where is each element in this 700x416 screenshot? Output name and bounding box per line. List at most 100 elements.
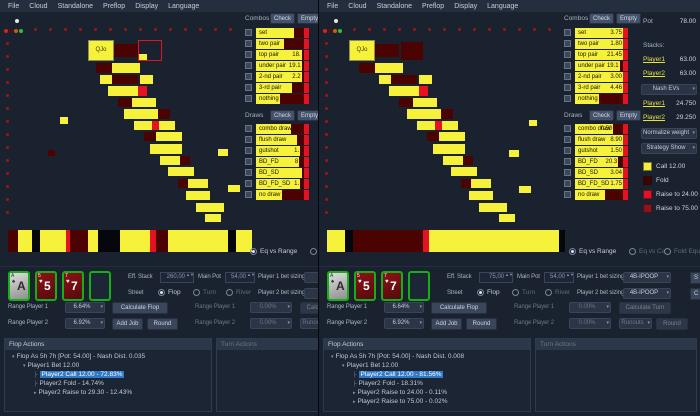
eff-stack-input[interactable]: 75,00 ▲▼: [479, 272, 513, 283]
eq-vs-call-radio[interactable]: Eq vs Ca: [629, 248, 665, 255]
category-checkbox[interactable]: [245, 62, 252, 69]
hand-matrix-cell[interactable]: [461, 179, 471, 188]
board-card-empty-slot[interactable]: [408, 271, 430, 301]
hand-matrix-cell[interactable]: [139, 54, 147, 60]
draws-empty-button[interactable]: Empty: [297, 110, 318, 121]
tree-node[interactable]: ├ Player2 Fold - 14.74%: [8, 379, 209, 388]
category-checkbox[interactable]: [564, 147, 571, 154]
category-checkbox[interactable]: [564, 191, 571, 198]
hand-matrix-cell[interactable]: [419, 75, 432, 84]
hand-matrix-cell[interactable]: [433, 144, 465, 154]
category-checkbox[interactable]: [564, 29, 571, 36]
add-job-button[interactable]: Add Job: [431, 318, 462, 330]
tree-node[interactable]: ▾ Flop As 5h 7h [Pot: 54.00] - Nash Dist.…: [8, 352, 209, 361]
hand-matrix-cell[interactable]: [442, 121, 458, 130]
category-checkbox[interactable]: [245, 191, 252, 198]
hand-matrix-cell[interactable]: [439, 132, 465, 141]
spinner-arrows-icon[interactable]: ▲▼: [505, 272, 513, 282]
category-checkbox[interactable]: [245, 40, 252, 47]
hand-matrix-cell[interactable]: [471, 179, 491, 188]
hand-matrix-cell[interactable]: [100, 75, 112, 84]
tree-node[interactable]: ▾ Player1 Bet 12.00: [8, 361, 209, 370]
hand-matrix-cell[interactable]: [469, 191, 493, 200]
round-button[interactable]: Round: [147, 318, 178, 330]
category-checkbox[interactable]: [564, 40, 571, 47]
draws-check-button[interactable]: Check: [270, 110, 295, 121]
hand-matrix-cell[interactable]: [391, 75, 417, 84]
fold-equity-radio[interactable]: Fold Equity: [664, 248, 700, 255]
category-checkbox[interactable]: [564, 95, 571, 102]
hand-matrix-cell[interactable]: [108, 86, 138, 96]
nash-evs-dropdown[interactable]: Nash EVs: [641, 84, 697, 95]
hand-matrix-cell[interactable]: [389, 86, 419, 96]
p1-bet-sizing-dropdown[interactable]: [304, 272, 318, 283]
hand-matrix-cell[interactable]: [138, 86, 147, 96]
hand-matrix-cell[interactable]: [156, 132, 182, 141]
expand-icon[interactable]: ▸: [353, 390, 356, 396]
eq-vs-call-radio[interactable]: Eq vs Ca: [310, 248, 318, 255]
hand-matrix-cell[interactable]: [205, 214, 221, 222]
category-checkbox[interactable]: [245, 158, 252, 165]
calculate-flop-button[interactable]: Calculate Flop: [112, 302, 168, 314]
hand-matrix-cell[interactable]: [118, 98, 132, 107]
combos-empty-button[interactable]: Empty: [616, 13, 641, 24]
hand-matrix-cell[interactable]: [417, 121, 435, 130]
hand-matrix-cell[interactable]: [375, 63, 403, 73]
hand-matrix-cell[interactable]: [413, 98, 437, 107]
collapse-icon[interactable]: ▾: [12, 354, 15, 360]
street-turn-radio[interactable]: Turn: [193, 289, 216, 296]
hand-matrix-cell[interactable]: [140, 75, 153, 84]
add-job-button[interactable]: Add Job: [112, 318, 143, 330]
hand-matrix-cell[interactable]: [124, 109, 158, 119]
spinner-arrows-icon[interactable]: ▲▼: [247, 272, 255, 282]
player2-stack-link[interactable]: Player2: [643, 70, 665, 77]
tree-node[interactable]: ▾ Flop As 5h 7h [Pot: 54.00] - Nash Dist.…: [327, 352, 528, 361]
hand-matrix-cell[interactable]: [112, 63, 140, 73]
hand-matrix-cell[interactable]: [463, 156, 473, 165]
hand-matrix-cell[interactable]: QJo: [349, 40, 375, 61]
hand-matrix-cell[interactable]: [186, 191, 210, 200]
category-checkbox[interactable]: [245, 180, 252, 187]
hand-matrix-cell[interactable]: [48, 150, 55, 156]
hand-matrix-cell[interactable]: [158, 109, 170, 119]
hand-matrix-cell[interactable]: [150, 144, 182, 154]
hand-matrix-cell[interactable]: [375, 44, 399, 57]
hand-matrix-cell[interactable]: [529, 120, 537, 126]
combos-empty-button[interactable]: Empty: [297, 13, 318, 24]
hand-matrix-cell[interactable]: [196, 203, 224, 212]
eff-stack-input[interactable]: 260,00 ▲▼: [160, 272, 194, 283]
hand-matrix-cell[interactable]: [218, 149, 228, 156]
hand-matrix-cell[interactable]: [419, 86, 428, 96]
combos-check-button[interactable]: Check: [270, 13, 295, 24]
hand-matrix-cell[interactable]: [441, 109, 453, 119]
runouts-dropdown[interactable]: Runouts: [619, 318, 652, 329]
range-player2-dropdown[interactable]: 6.92%: [384, 318, 424, 329]
hand-matrix-cell[interactable]: [180, 156, 190, 165]
category-checkbox[interactable]: [245, 73, 252, 80]
street-river-radio[interactable]: River: [545, 289, 570, 296]
hand-matrix-cell[interactable]: [132, 98, 156, 107]
hand-matrix-cell[interactable]: [451, 167, 477, 176]
board-card-ace-spades[interactable]: A ♠ A: [8, 271, 30, 301]
board-card-empty-slot[interactable]: [89, 271, 111, 301]
hand-matrix-cell[interactable]: [443, 156, 463, 165]
eq-vs-range-radio[interactable]: Eq vs Range: [250, 248, 297, 255]
calculate-turn-button[interactable]: Calculate Turn: [619, 302, 671, 314]
collapse-icon[interactable]: ▾: [331, 354, 334, 360]
collapse-icon[interactable]: ▾: [342, 363, 345, 369]
tree-node[interactable]: ▸ Player2 Raise to 75.00 - 0.02%: [327, 397, 528, 406]
category-checkbox[interactable]: [564, 62, 571, 69]
hand-matrix-cell[interactable]: [509, 150, 519, 157]
board-card-ace-spades[interactable]: A ♠ A: [327, 271, 349, 301]
street-flop-radio[interactable]: Flop: [477, 289, 500, 296]
hand-matrix-cell[interactable]: [435, 121, 442, 130]
hand-matrix-cell[interactable]: [499, 214, 515, 222]
range-player1-dropdown[interactable]: 6.64%: [65, 302, 105, 313]
collapse-icon[interactable]: ▾: [23, 363, 26, 369]
runouts-dropdown[interactable]: Runouts: [300, 318, 318, 329]
main-pot-input[interactable]: 54,00 ▲▼: [225, 272, 255, 283]
hand-matrix-cell[interactable]: [152, 121, 159, 130]
player1-ev-link[interactable]: Player1: [643, 100, 665, 107]
expand-icon[interactable]: ▸: [353, 399, 356, 405]
spinner-arrows-icon[interactable]: ▲▼: [566, 272, 574, 282]
